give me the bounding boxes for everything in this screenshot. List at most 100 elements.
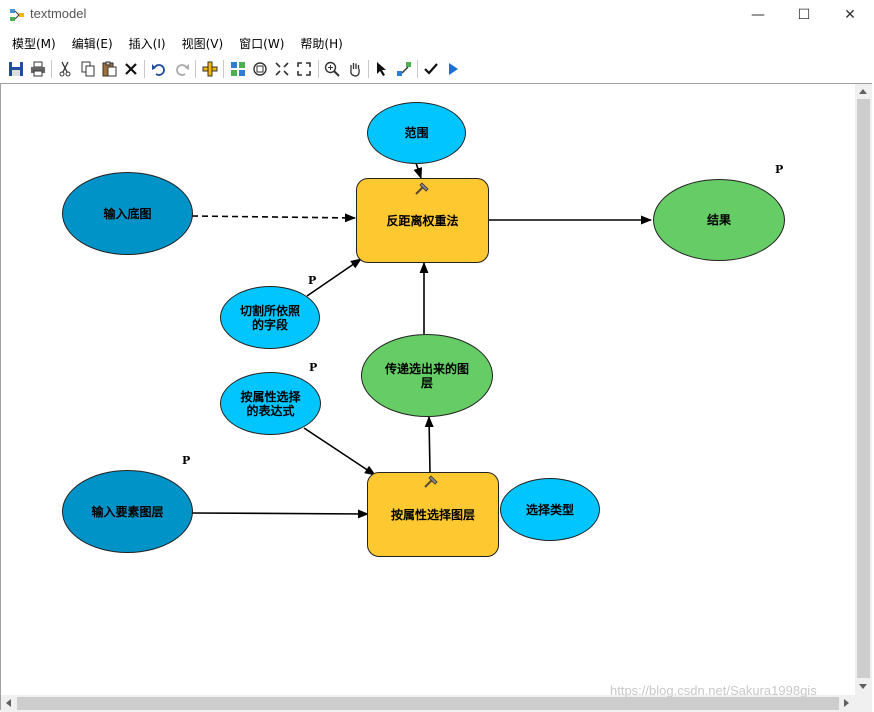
node-select-type-label: 选择类型 (525, 502, 574, 517)
toolbar-separator (195, 60, 196, 78)
print-icon (31, 61, 45, 77)
scrollbar-corner (855, 695, 872, 712)
cut-icon (59, 61, 71, 77)
zoom-out-fixed-button[interactable] (294, 59, 314, 79)
undo-button[interactable] (149, 59, 169, 79)
zoom-out-fixed-icon (297, 62, 311, 76)
cut-button[interactable] (55, 59, 75, 79)
paste-icon (102, 61, 117, 77)
connect-icon (397, 62, 411, 76)
connector-base-to-idw (191, 213, 357, 223)
model-app-icon (10, 9, 24, 21)
node-attr-expression[interactable]: 按属性选择的表达式 (220, 372, 321, 435)
node-result-label: 结果 (706, 213, 731, 227)
save-button[interactable] (6, 59, 26, 79)
node-select-type[interactable]: 选择类型 (500, 478, 600, 541)
scroll-up-icon[interactable] (859, 89, 867, 94)
node-input-base-label: 输入底图 (103, 206, 152, 221)
zoom-in-fixed-button[interactable] (272, 59, 292, 79)
hammer-icon (415, 182, 429, 195)
toolbar-separator (318, 60, 319, 78)
node-range-label: 范围 (404, 126, 429, 140)
delete-icon (125, 63, 137, 75)
toolbar-separator (368, 60, 369, 78)
node-select-by-attribute-label: 按属性选择图层 (390, 507, 475, 522)
save-icon (9, 62, 23, 76)
zoom-in-icon (324, 61, 340, 77)
minimize-button[interactable]: — (735, 0, 781, 30)
vertical-scroll-thumb[interactable] (857, 99, 870, 678)
param-flag-attr-expression: P (309, 361, 318, 374)
paste-button[interactable] (99, 59, 119, 79)
redo-button[interactable] (172, 59, 192, 79)
scroll-left-icon[interactable] (6, 699, 11, 707)
auto-layout-button[interactable] (228, 59, 248, 79)
copy-icon (81, 61, 95, 77)
scroll-down-icon[interactable] (859, 684, 867, 689)
watermark: https://blog.csdn.net/Sakura1998gis (610, 683, 817, 698)
select-icon (377, 62, 386, 76)
connect-button[interactable] (394, 59, 414, 79)
param-flag-input-feature-layer: P (182, 454, 191, 467)
node-cut-field[interactable]: 切割所依照的字段 (220, 286, 320, 349)
validate-icon (424, 63, 438, 75)
node-input-base[interactable]: 输入底图 (62, 172, 193, 255)
window-title: textmodel (30, 6, 87, 21)
toolbar-separator (417, 60, 418, 78)
node-input-feature-layer[interactable]: 输入要素图层 (62, 470, 193, 553)
close-button[interactable]: ✕ (827, 0, 873, 30)
scroll-right-icon[interactable] (844, 699, 849, 707)
menu-view[interactable]: 视图(V) (174, 32, 232, 54)
zoom-in-button[interactable] (322, 59, 342, 79)
toolbar-separator (223, 60, 224, 78)
node-idw-label: 反距离权重法 (386, 213, 459, 228)
pan-button[interactable] (345, 59, 365, 79)
add-data-icon (202, 61, 218, 77)
run-icon (449, 63, 458, 75)
maximize-button[interactable]: ☐ (781, 0, 827, 30)
node-cut-field-label: 切割所依照的字段 (239, 303, 300, 332)
horizontal-scroll-thumb[interactable] (17, 697, 839, 710)
node-range[interactable]: 范围 (367, 102, 466, 164)
node-attr-expression-label: 按属性选择的表达式 (240, 389, 301, 418)
connector-select-to-passed (424, 415, 434, 474)
pan-icon (350, 63, 360, 77)
undo-icon (152, 64, 165, 76)
node-passed-layer[interactable]: 传递选出来的图层 (361, 334, 493, 417)
param-flag-result: P (775, 163, 784, 176)
menu-edit[interactable]: 编辑(E) (64, 32, 121, 54)
minimize-icon: — (751, 7, 765, 23)
param-flag-cut-field: P (308, 274, 317, 287)
validate-button[interactable] (421, 59, 441, 79)
print-button[interactable] (28, 59, 48, 79)
zoom-in-fixed-icon (275, 62, 289, 76)
title-bar: textmodel — ☐ ✕ (0, 0, 874, 30)
maximize-icon: ☐ (797, 7, 811, 23)
menu-bar: 模型(M) 编辑(E) 插入(I) 视图(V) 窗口(W) 帮助(H) (0, 32, 874, 54)
connector-expr-to-select (303, 427, 376, 476)
select-button[interactable] (372, 59, 392, 79)
vertical-scrollbar[interactable] (855, 84, 872, 695)
close-icon: ✕ (844, 7, 856, 23)
add-data-button[interactable] (200, 59, 220, 79)
node-passed-layer-label: 传递选出来的图层 (384, 361, 469, 390)
menu-insert[interactable]: 插入(I) (121, 32, 174, 54)
delete-button[interactable] (121, 59, 141, 79)
hammer-icon (424, 475, 438, 488)
node-result[interactable]: 结果 (653, 179, 785, 261)
run-button[interactable] (443, 59, 463, 79)
model-canvas[interactable]: 范围 反距离权重法 结果 P 输入底图 切割所依照的字段 P 传递选出来的图层 … (1, 84, 855, 695)
menu-model[interactable]: 模型(M) (0, 32, 64, 54)
full-extent-icon (253, 62, 267, 76)
connector-input-to-select (191, 509, 370, 519)
menu-help[interactable]: 帮助(H) (292, 32, 350, 54)
toolbar-separator (51, 60, 52, 78)
redo-icon (176, 64, 189, 76)
menu-window[interactable]: 窗口(W) (231, 32, 292, 54)
model-builder-window: textmodel — ☐ ✕ 模型(M) 编辑(E) 插入(I) 视图(V) … (0, 0, 874, 712)
auto-layout-icon (231, 62, 245, 76)
full-extent-button[interactable] (250, 59, 270, 79)
node-input-feature-layer-label: 输入要素图层 (91, 504, 164, 519)
connector-range-to-idw (413, 162, 423, 180)
copy-button[interactable] (78, 59, 98, 79)
